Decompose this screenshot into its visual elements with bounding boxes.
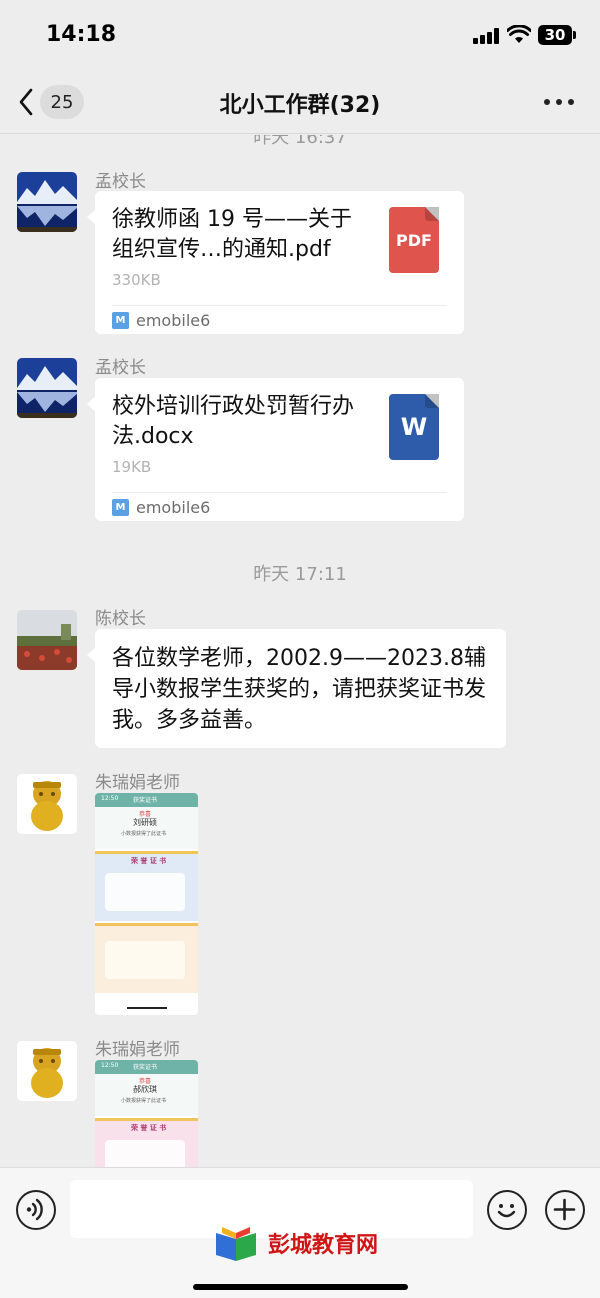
avatar[interactable] xyxy=(17,774,77,834)
battery-indicator: 30 xyxy=(538,25,576,45)
image-message[interactable]: 12:50 获奖证书 恭喜 刘研硕 小数报获得了此证书 荣 誉 证 书 xyxy=(95,793,198,1015)
more-options-button[interactable] xyxy=(544,92,574,112)
file-size: 19KB xyxy=(112,458,152,476)
thumb-time: 12:50 xyxy=(101,795,119,802)
word-file-icon: W xyxy=(389,394,439,460)
thumb-cert-title: 荣 誉 证 书 xyxy=(131,857,167,865)
file-name: 校外培训行政处罚暂行办法.docx xyxy=(112,394,355,449)
status-time: 14:18 xyxy=(46,22,117,47)
wifi-icon xyxy=(507,25,531,43)
voice-input-button[interactable] xyxy=(16,1190,56,1230)
status-bar: 14:18 30 xyxy=(0,0,600,70)
emobile-app-icon: M xyxy=(112,312,129,329)
more-dot-icon xyxy=(544,99,550,105)
file-message[interactable]: 徐教师函 19 号——关于组织宣传…的通知.pdf 330KB PDF M em… xyxy=(87,191,464,334)
file-source: M emobile6 xyxy=(112,498,210,517)
voice-icon xyxy=(26,1198,43,1221)
thumb-student: 郝欣琪 xyxy=(133,1085,157,1094)
sender-name: 孟校长 xyxy=(95,358,146,378)
book-logo-icon xyxy=(216,1227,256,1261)
home-indicator[interactable] xyxy=(193,1284,408,1290)
text-message[interactable]: 各位数学老师，2002.9——2023.8辅导小数报学生获奖的，请把获奖证书发我… xyxy=(87,629,506,748)
file-message[interactable]: 校外培训行政处罚暂行办法.docx 19KB W M emobile6 xyxy=(87,378,464,521)
emoji-button[interactable] xyxy=(487,1190,527,1230)
file-name: 徐教师函 19 号——关于组织宣传…的通知.pdf xyxy=(112,207,352,262)
thumb-note: 小数报获得了此证书 xyxy=(121,1098,167,1104)
thumb-time: 12:50 xyxy=(101,1062,119,1069)
file-source: M emobile6 xyxy=(112,311,210,330)
timestamp-partial: 昨天 16:37 xyxy=(253,135,347,148)
divider xyxy=(112,305,447,306)
cellular-signal-icon xyxy=(473,28,501,44)
avatar[interactable] xyxy=(17,610,77,670)
watermark-logo: 彭城教育网 xyxy=(212,1218,412,1268)
pdf-file-icon: PDF xyxy=(389,207,439,273)
thumb-title: 获奖证书 xyxy=(133,1064,158,1071)
message-list[interactable]: 昨天 16:37 孟校长 徐教师函 19 号——关于组织宣传…的通知.pdf 3… xyxy=(0,135,600,1167)
more-dot-icon xyxy=(568,99,574,105)
divider xyxy=(112,492,447,493)
sender-name: 朱瑞娟老师 xyxy=(95,1040,180,1060)
avatar[interactable] xyxy=(17,358,77,418)
thumb-cert-title: 荣 誉 证 书 xyxy=(131,1124,167,1132)
input-bar: 彭城教育网 xyxy=(0,1167,600,1298)
image-message[interactable]: 12:50 获奖证书 恭喜 郝欣琪 小数报获得了此证书 荣 誉 证 书 xyxy=(95,1060,198,1167)
more-dot-icon xyxy=(556,99,562,105)
emobile-app-icon: M xyxy=(112,499,129,516)
thumb-title: 获奖证书 xyxy=(133,797,158,804)
sender-name: 陈校长 xyxy=(95,609,146,629)
chat-title: 北小工作群(32) xyxy=(219,93,381,118)
timestamp: 昨天 17:11 xyxy=(253,564,347,585)
source-label: emobile6 xyxy=(136,498,211,517)
sender-name: 孟校长 xyxy=(95,172,146,192)
plus-icon xyxy=(553,1198,576,1221)
thumb-student: 刘研硕 xyxy=(133,818,157,827)
avatar[interactable] xyxy=(17,1041,77,1101)
source-label: emobile6 xyxy=(136,311,211,330)
file-size: 330KB xyxy=(112,271,161,289)
thumb-note: 小数报获得了此证书 xyxy=(121,831,167,837)
smiley-icon xyxy=(497,1204,516,1218)
chat-header: 25 北小工作群(32) xyxy=(0,70,600,134)
watermark-text: 彭城教育网 xyxy=(268,1233,379,1258)
avatar[interactable] xyxy=(17,172,77,232)
more-functions-button[interactable] xyxy=(545,1190,585,1230)
sender-name: 朱瑞娟老师 xyxy=(95,773,180,793)
